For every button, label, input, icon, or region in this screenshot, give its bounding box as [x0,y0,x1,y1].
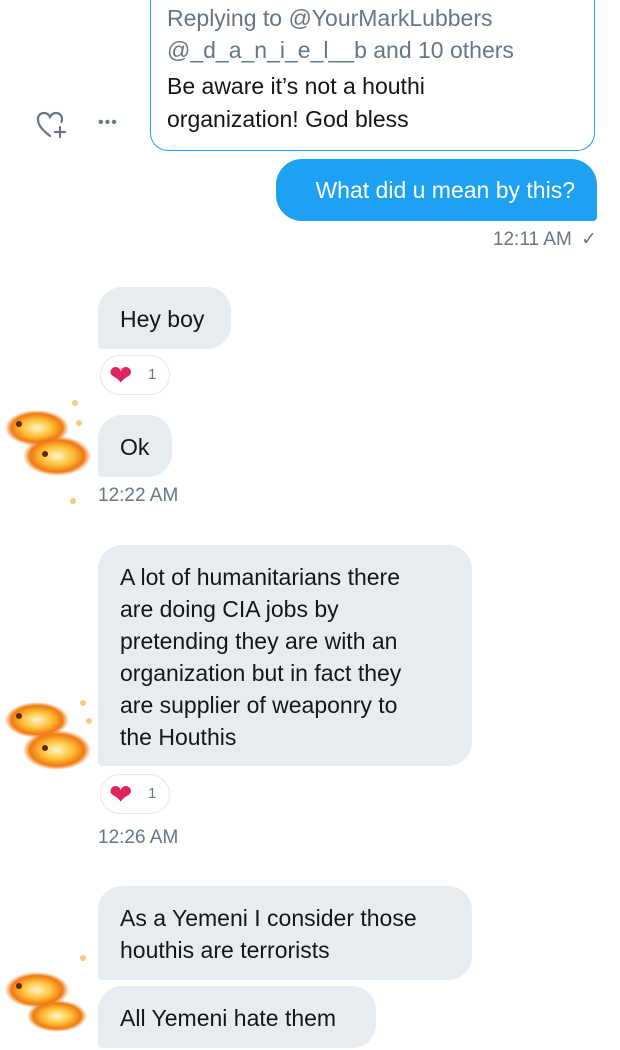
message-time: 12:22 AM [98,485,179,506]
sparkle-dot [76,420,82,426]
sent-message-bubble[interactable]: What did u mean by this? [276,159,597,221]
message-line: pretending they are with an [120,628,398,654]
sparkle-dot [72,400,78,406]
reaction-count: 1 [148,366,157,383]
quoted-text-line1: Be aware it’s not a houthi [167,73,425,99]
received-message-bubble[interactable]: A lot of humanitarians there are doing C… [98,545,472,766]
message-line: organization but in fact they [120,660,402,686]
message-text: All Yemeni hate them [120,1005,337,1031]
quoted-tweet-card[interactable]: Replying to @YourMarkLubbers @_d_a_n_i_e… [150,0,595,151]
fire-fish-avatar[interactable] [0,680,97,780]
heart-icon: ❤ [109,360,133,391]
reaction-count: 1 [148,785,157,802]
heart-icon: ❤ [109,779,133,810]
received-message-bubble[interactable]: As a Yemeni I consider those houthis are… [98,886,472,980]
quoted-text-line2: organization! God bless [167,106,409,132]
sparkle-dot [70,498,76,504]
sparkle-dot [80,955,86,961]
message-line: houthis are terrorists [120,937,330,963]
message-line: the Houthis [120,724,237,750]
fire-fish-avatar[interactable] [0,388,97,488]
message-text: Hey boy [120,306,205,332]
sparkle-dot [80,700,86,706]
message-line: are supplier of weaponry to [120,692,398,718]
replying-to-line1: Replying to @YourMarkLubbers [167,5,493,31]
sent-message-text: What did u mean by this? [315,177,575,203]
message-line: A lot of humanitarians there [120,564,400,590]
message-text: Ok [120,434,150,460]
received-message-bubble[interactable]: Hey boy [98,287,231,349]
received-message-bubble[interactable]: Ok [98,415,172,477]
message-line: As a Yemeni I consider those [120,905,417,931]
more-icon[interactable]: ••• [98,114,118,132]
sent-message-time: 12:11 AM [492,229,572,250]
reaction-badge[interactable]: ❤ 1 [100,355,170,395]
message-time: 12:26 AM [98,827,179,848]
sent-check-icon: ✓ [581,229,597,250]
message-line: are doing CIA jobs by [120,596,339,622]
fire-fish-avatar[interactable] [0,950,97,1050]
replying-to[interactable]: Replying to @YourMarkLubbers @_d_a_n_i_e… [167,2,587,66]
replying-to-line2: @_d_a_n_i_e_l__b and 10 others [167,37,514,63]
reaction-badge[interactable]: ❤ 1 [100,774,170,814]
received-message-bubble[interactable]: All Yemeni hate them [98,986,376,1048]
quoted-tweet-text: Be aware it’s not a houthi organization!… [167,70,587,136]
sparkle-dot [86,718,92,724]
sent-message-meta: 12:11 AM ✓ [493,228,597,251]
heart-add-icon[interactable] [36,110,68,145]
